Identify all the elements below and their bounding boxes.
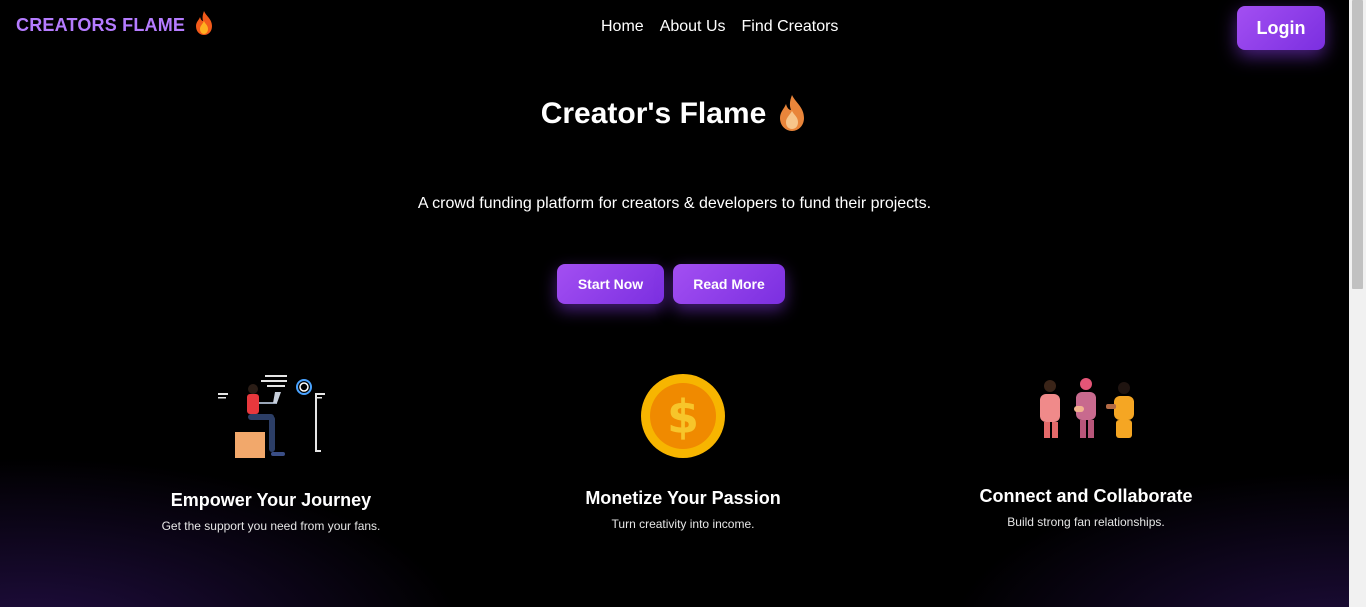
brand-name: CREATORS FLAME [16, 14, 186, 35]
flame-icon [780, 95, 805, 131]
scrollbar-thumb[interactable] [1352, 0, 1363, 289]
page: CREATORS FLAME Home About Us Find Creato… [0, 0, 1349, 607]
brand-logo[interactable]: CREATORS FLAME [16, 11, 215, 36]
feature-card-connect: Connect and Collaborate Build strong fan… [926, 376, 1246, 529]
nav-home-link[interactable]: Home [601, 18, 644, 36]
svg-text:$: $ [667, 390, 699, 444]
people-group-illustration [1040, 378, 1134, 438]
main-nav: Home About Us Find Creators [601, 18, 838, 36]
hero-title: Creator's Flame [540, 97, 767, 130]
feature-card-empower: Empower Your Journey Get the support you… [111, 372, 431, 533]
page-scrollbar[interactable] [1349, 0, 1366, 607]
hero-heading: Creator's Flame [0, 95, 1349, 132]
feature-title: Connect and Collaborate [979, 486, 1193, 506]
read-more-button[interactable]: Read More [673, 264, 785, 304]
feature-text: Build strong fan relationships. [1007, 515, 1165, 529]
person-laptop-illustration [218, 375, 325, 458]
feature-title: Monetize Your Passion [585, 488, 781, 508]
start-now-button[interactable]: Start Now [557, 264, 664, 304]
dollar-coin-icon: $ [641, 374, 725, 458]
nav-about-link[interactable]: About Us [660, 18, 726, 36]
feature-text: Get the support you need from your fans. [161, 519, 381, 533]
login-button[interactable]: Login [1237, 6, 1325, 50]
hero-actions: Start Now Read More [557, 264, 785, 304]
nav-find-creators-link[interactable]: Find Creators [742, 18, 839, 36]
flame-icon [196, 11, 213, 35]
hero-tagline: A crowd funding platform for creators & … [417, 195, 932, 212]
feature-card-monetize: $ Monetize Your Passion Turn creativity … [523, 372, 843, 531]
feature-title: Empower Your Journey [170, 490, 372, 510]
feature-text: Turn creativity into income. [611, 517, 755, 531]
